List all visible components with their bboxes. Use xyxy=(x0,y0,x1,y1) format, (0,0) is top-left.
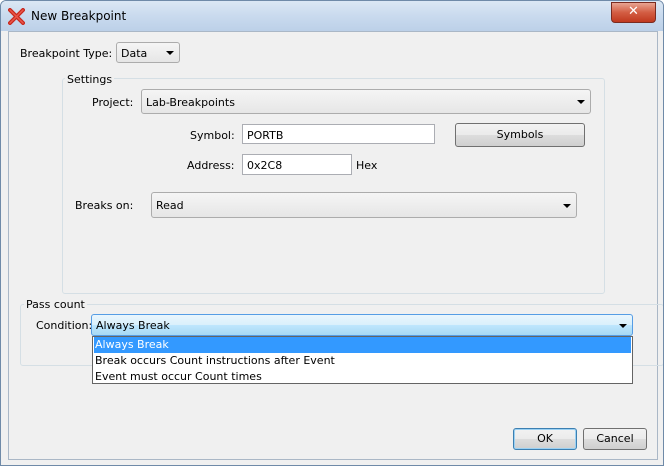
symbol-label: Symbol: xyxy=(190,129,235,142)
chevron-down-icon xyxy=(563,204,571,208)
breakpoint-type-value: Data xyxy=(121,47,148,60)
chevron-down-icon xyxy=(619,324,627,328)
address-hex-label: Hex xyxy=(356,159,378,172)
dropdown-option-always-break[interactable]: Always Break xyxy=(94,337,631,353)
breaks-on-select[interactable]: Read xyxy=(151,192,577,218)
address-label: Address: xyxy=(187,159,235,172)
chevron-down-icon xyxy=(166,51,174,55)
condition-dropdown-list: Always Break Break occurs Count instruct… xyxy=(92,336,633,384)
project-value: Lab-Breakpoints xyxy=(146,96,235,109)
breakpoint-type-select[interactable]: Data xyxy=(116,42,180,63)
symbol-input[interactable]: PORTB xyxy=(242,124,435,144)
title-bar[interactable]: New Breakpoint ✕ xyxy=(1,1,663,31)
window-title: New Breakpoint xyxy=(31,9,127,23)
breaks-on-value: Read xyxy=(156,199,184,212)
cancel-button[interactable]: Cancel xyxy=(583,428,647,450)
chevron-down-icon xyxy=(577,100,585,104)
address-input[interactable]: 0x2C8 xyxy=(242,154,352,175)
settings-group-title: Settings xyxy=(65,73,115,86)
symbols-button[interactable]: Symbols xyxy=(455,123,585,147)
ok-button[interactable]: OK xyxy=(513,428,577,450)
condition-value: Always Break xyxy=(96,319,170,332)
dropdown-option-count-instructions[interactable]: Break occurs Count instructions after Ev… xyxy=(94,353,631,369)
close-icon: ✕ xyxy=(628,4,639,19)
condition-label: Condition: xyxy=(36,319,93,332)
address-value: 0x2C8 xyxy=(247,159,283,172)
project-label: Project: xyxy=(92,96,134,109)
pass-count-group-title: Pass count xyxy=(24,298,87,311)
close-button[interactable]: ✕ xyxy=(611,2,656,23)
breaks-on-label: Breaks on: xyxy=(75,199,134,212)
dialog-body: Breakpoint Type: Data Settings Project: … xyxy=(8,31,663,460)
red-x-icon xyxy=(8,8,25,25)
project-select[interactable]: Lab-Breakpoints xyxy=(141,89,591,114)
symbol-value: PORTB xyxy=(247,129,284,142)
breakpoint-type-label: Breakpoint Type: xyxy=(20,47,113,60)
new-breakpoint-dialog: New Breakpoint ✕ Breakpoint Type: Data S… xyxy=(0,0,664,466)
condition-select[interactable]: Always Break xyxy=(91,314,633,336)
dropdown-option-event-count[interactable]: Event must occur Count times xyxy=(94,369,631,385)
